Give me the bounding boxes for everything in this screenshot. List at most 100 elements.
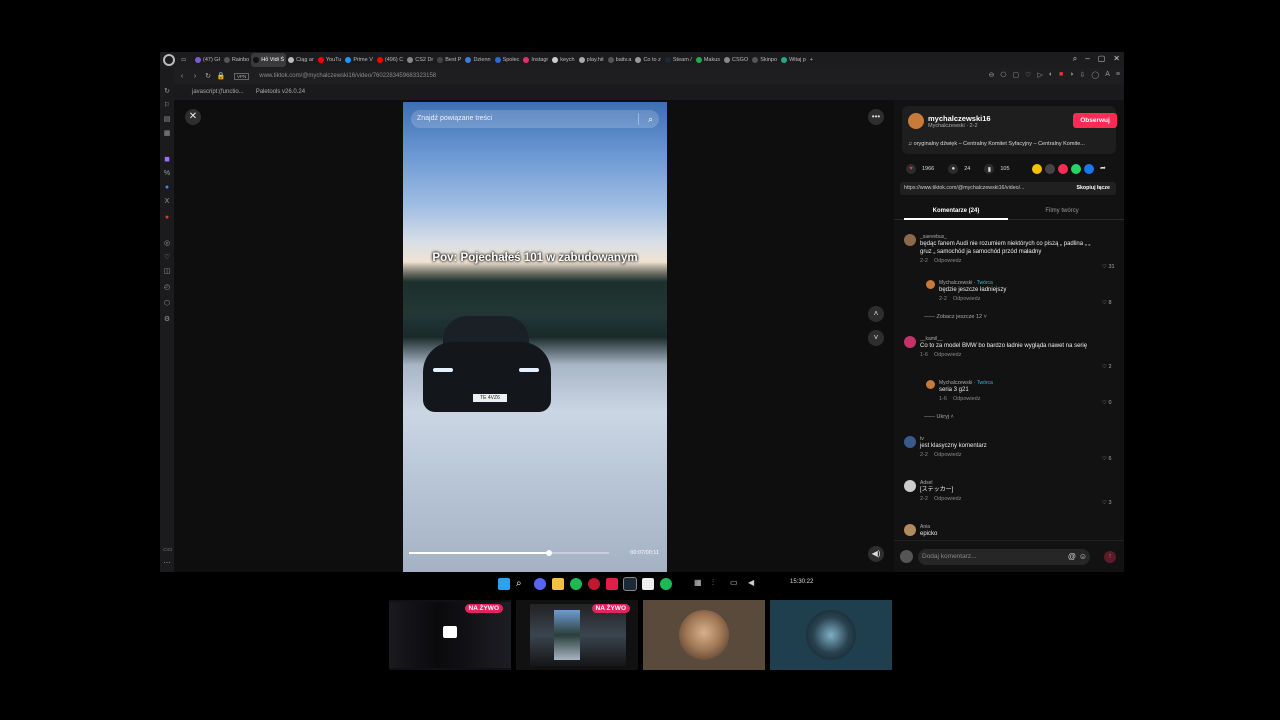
- browser-tab[interactable]: play.hit: [577, 53, 606, 67]
- comment-icon[interactable]: ●: [948, 164, 959, 174]
- video-progress-bar[interactable]: [409, 550, 609, 556]
- apps-grid-icon[interactable]: ▦: [694, 578, 706, 590]
- comment-like[interactable]: ♡ 8: [1102, 300, 1112, 306]
- share-arrow-icon[interactable]: ➦: [1100, 164, 1106, 172]
- more-icon[interactable]: ⋯: [163, 560, 171, 568]
- browser-tab[interactable]: YouTu: [316, 53, 344, 67]
- bag-icon[interactable]: ◫: [163, 268, 171, 276]
- search-icon[interactable]: ⌕: [516, 578, 528, 590]
- volume-tray-icon[interactable]: ◀: [748, 578, 760, 590]
- settings-icon[interactable]: ⚙: [163, 316, 171, 324]
- share-icon[interactable]: [1032, 164, 1042, 174]
- ext1-icon[interactable]: ◐: [1049, 71, 1053, 79]
- avatar[interactable]: [904, 336, 916, 348]
- search-tabs-icon[interactable]: ⌕: [1073, 54, 1077, 64]
- reload-icon[interactable]: ↻: [203, 72, 213, 80]
- mention-icon[interactable]: @: [1068, 549, 1076, 565]
- avatar[interactable]: [904, 524, 916, 536]
- browser-tab[interactable]: Instagr: [521, 53, 550, 67]
- reply-button[interactable]: Odpowiedz: [953, 296, 981, 302]
- zoom-icon[interactable]: ⊖: [989, 71, 995, 79]
- browser-tab[interactable]: Hỏ Vidi Ś: [251, 53, 287, 67]
- new-tab-button[interactable]: +: [808, 53, 815, 67]
- url-field[interactable]: www.tiktok.com/@mychalczewski16/video/76…: [259, 73, 436, 79]
- show-more-replies[interactable]: —— Zobacz jeszcze 12 ˅: [924, 314, 987, 320]
- send-comment-button[interactable]: ↑: [1104, 551, 1116, 563]
- reply-button[interactable]: Odpowiedz: [934, 452, 962, 458]
- extension-icon[interactable]: ⬡: [163, 300, 171, 308]
- browser-tab[interactable]: keych: [550, 53, 576, 67]
- ext2-icon[interactable]: ■: [1059, 71, 1063, 79]
- spotify-icon[interactable]: [570, 578, 582, 590]
- stream-tile-1[interactable]: NA ŻYWO: [389, 600, 511, 670]
- reply-button[interactable]: Odpowiedz: [934, 352, 962, 358]
- profile-icon[interactable]: ◯: [1091, 71, 1099, 79]
- copy-link-button[interactable]: Skopiuj łącze: [1076, 182, 1110, 195]
- close-video-button[interactable]: ✕: [185, 109, 201, 125]
- browser-tab[interactable]: Prime V: [343, 53, 375, 67]
- browser-logo-icon[interactable]: [163, 54, 175, 66]
- comment-like[interactable]: ♡ 3: [1102, 500, 1112, 506]
- browser-tab[interactable]: Co to z: [633, 53, 662, 67]
- pinboard-icon[interactable]: ⚐: [163, 102, 171, 110]
- video-link-text[interactable]: https://www.tiktok.com/@mychalczewski16/…: [904, 185, 1024, 191]
- opera-icon[interactable]: [588, 578, 600, 590]
- avatar[interactable]: [926, 280, 935, 289]
- download-icon[interactable]: ⇩: [1080, 71, 1086, 79]
- twitch-icon[interactable]: ◼: [163, 156, 171, 164]
- forward-icon[interactable]: ›: [190, 73, 200, 80]
- video-player[interactable]: TE 4VZ6 Znajdź powiązane treści ⌕ Pov: P…: [403, 102, 667, 572]
- browser-tab[interactable]: (47) Gł: [193, 53, 222, 67]
- snapshot-icon[interactable]: ⎔: [1000, 71, 1006, 79]
- reply-button[interactable]: Odpowiedz: [953, 396, 981, 402]
- creator-username[interactable]: mychalczewski16: [928, 114, 991, 123]
- browser-tab[interactable]: Makus: [694, 53, 722, 67]
- emoji-icon[interactable]: ☺: [1079, 549, 1087, 565]
- browser-tab[interactable]: Dzienn: [463, 53, 492, 67]
- share-icon[interactable]: [1045, 164, 1055, 174]
- back-icon[interactable]: ‹: [177, 73, 187, 80]
- more-options-button[interactable]: •••: [868, 109, 884, 125]
- close-window-icon[interactable]: ✕: [1113, 54, 1120, 64]
- percent-icon[interactable]: %: [163, 170, 171, 178]
- related-search-input[interactable]: Znajdź powiązane treści ⌕: [411, 110, 659, 128]
- tab-menu-icon[interactable]: ▭: [179, 53, 193, 67]
- player-icon[interactable]: ◎: [163, 240, 171, 248]
- vpn-badge[interactable]: VPN: [234, 72, 250, 80]
- avatar[interactable]: [904, 436, 916, 448]
- play-icon[interactable]: ▷: [1037, 71, 1042, 79]
- aria-icon[interactable]: A: [1105, 71, 1110, 79]
- browser-tab[interactable]: baitv.a: [606, 53, 634, 67]
- comment-like[interactable]: ♡ 31: [1102, 264, 1115, 270]
- hide-replies[interactable]: —— Ukryj ˄: [924, 414, 954, 420]
- browser-tab[interactable]: Społec: [493, 53, 522, 67]
- creator-avatar[interactable]: [908, 113, 924, 129]
- browser-tab[interactable]: Best P: [435, 53, 463, 67]
- pip-icon[interactable]: ▢: [1013, 71, 1020, 79]
- history-icon[interactable]: ↻: [163, 88, 171, 96]
- participant-tile-1[interactable]: [643, 600, 765, 670]
- browser-tab[interactable]: Skinpo: [750, 53, 779, 67]
- browser-tab[interactable]: Rainbo: [222, 53, 251, 67]
- steam-icon[interactable]: [623, 577, 637, 591]
- share-icon[interactable]: [1084, 164, 1094, 174]
- clock-icon[interactable]: ◴: [163, 284, 171, 292]
- like-icon[interactable]: ♥: [906, 164, 916, 174]
- spotify2-icon[interactable]: [660, 578, 672, 590]
- previous-video-button[interactable]: ˄: [868, 306, 884, 322]
- start-icon[interactable]: [498, 578, 510, 590]
- next-video-button[interactable]: ˅: [868, 330, 884, 346]
- bookmark-item[interactable]: Paletools v26.0.24: [256, 89, 305, 95]
- minimize-icon[interactable]: –: [1085, 54, 1089, 64]
- comment-input[interactable]: Dodaj komentarz... @ ☺: [918, 549, 1090, 565]
- ext3-icon[interactable]: ◑: [1069, 71, 1073, 79]
- bookmark-item[interactable]: javascript:(functio...: [192, 89, 244, 95]
- browser-tab[interactable]: CS2 Dr: [405, 53, 435, 67]
- comment-like[interactable]: ♡ 6: [1102, 456, 1112, 462]
- record-icon[interactable]: ●: [163, 214, 171, 222]
- tab-creator-videos[interactable]: Filmy twórcy: [1010, 204, 1114, 220]
- music-info[interactable]: ♫ oryginalny dźwięk – Centralny Komitet …: [908, 141, 1085, 147]
- avatar[interactable]: [926, 380, 935, 389]
- avatar[interactable]: [904, 480, 916, 492]
- browser-tab[interactable]: Ciąg ar: [286, 53, 316, 67]
